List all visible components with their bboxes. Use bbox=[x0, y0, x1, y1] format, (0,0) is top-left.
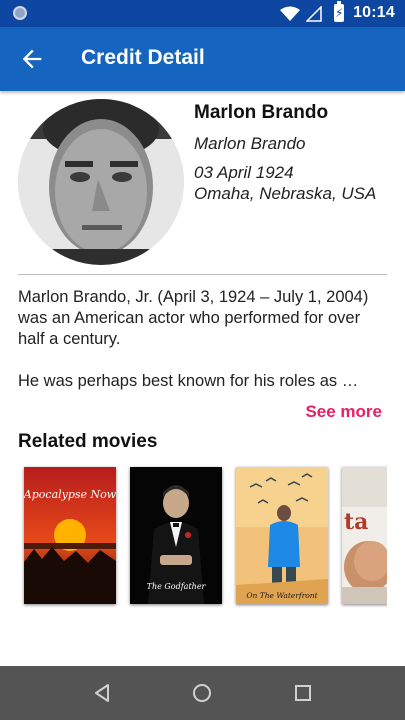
app-notification-icon bbox=[13, 6, 27, 20]
poster-image: Apocalypse Now bbox=[24, 467, 116, 604]
birth-place: Omaha, Nebraska, USA bbox=[194, 184, 377, 203]
divider bbox=[18, 274, 387, 275]
signal-icon bbox=[306, 6, 322, 22]
portrait-image bbox=[18, 99, 184, 265]
person-known-as: Marlon Brando bbox=[194, 134, 306, 153]
page-title: Credit Detail bbox=[81, 46, 205, 69]
poster-title-text: On The Waterfront bbox=[246, 591, 318, 600]
related-movies-title: Related movies bbox=[18, 431, 158, 452]
movie-poster-on-the-waterfront[interactable]: On The Waterfront bbox=[236, 467, 328, 604]
person-name: Marlon Brando bbox=[194, 102, 329, 123]
poster-title-text: ta bbox=[344, 509, 368, 535]
birth-date: 03 April 1924 bbox=[194, 163, 294, 182]
biography: Marlon Brando, Jr. (April 3, 1924 – July… bbox=[18, 287, 387, 392]
home-circle-icon[interactable] bbox=[188, 679, 216, 707]
movie-poster-the-godfather[interactable]: The Godfather bbox=[130, 467, 222, 604]
system-navigation-bar bbox=[0, 666, 405, 720]
person-avatar bbox=[18, 99, 184, 265]
back-triangle-icon[interactable] bbox=[88, 679, 116, 707]
poster-title-text: Apocalypse Now bbox=[24, 488, 116, 501]
related-movies-list[interactable]: Apocalypse Now The Godfather On The Wate… bbox=[18, 463, 387, 609]
arrow-back-icon[interactable] bbox=[18, 45, 46, 73]
app-bar: Credit Detail bbox=[0, 27, 405, 91]
battery-charging-icon: ⚡ bbox=[334, 1, 344, 22]
movie-poster-apocalypse-now[interactable]: Apocalypse Now bbox=[24, 467, 116, 604]
poster-image: The Godfather bbox=[130, 467, 222, 604]
poster-image: ta bbox=[342, 467, 387, 604]
wifi-icon bbox=[280, 6, 300, 21]
recents-square-icon[interactable] bbox=[289, 679, 317, 707]
biography-paragraph-truncated: He was perhaps best known for his roles … bbox=[18, 372, 359, 390]
see-more-button[interactable]: See more bbox=[305, 402, 382, 422]
poster-image: On The Waterfront bbox=[236, 467, 328, 604]
movie-poster-partial[interactable]: ta bbox=[342, 467, 387, 604]
status-time: 10:14 bbox=[353, 4, 395, 21]
poster-title-text: The Godfather bbox=[147, 582, 207, 591]
biography-paragraph: Marlon Brando, Jr. (April 3, 1924 – July… bbox=[18, 288, 369, 348]
status-bar: ⚡ 10:14 bbox=[0, 0, 405, 27]
